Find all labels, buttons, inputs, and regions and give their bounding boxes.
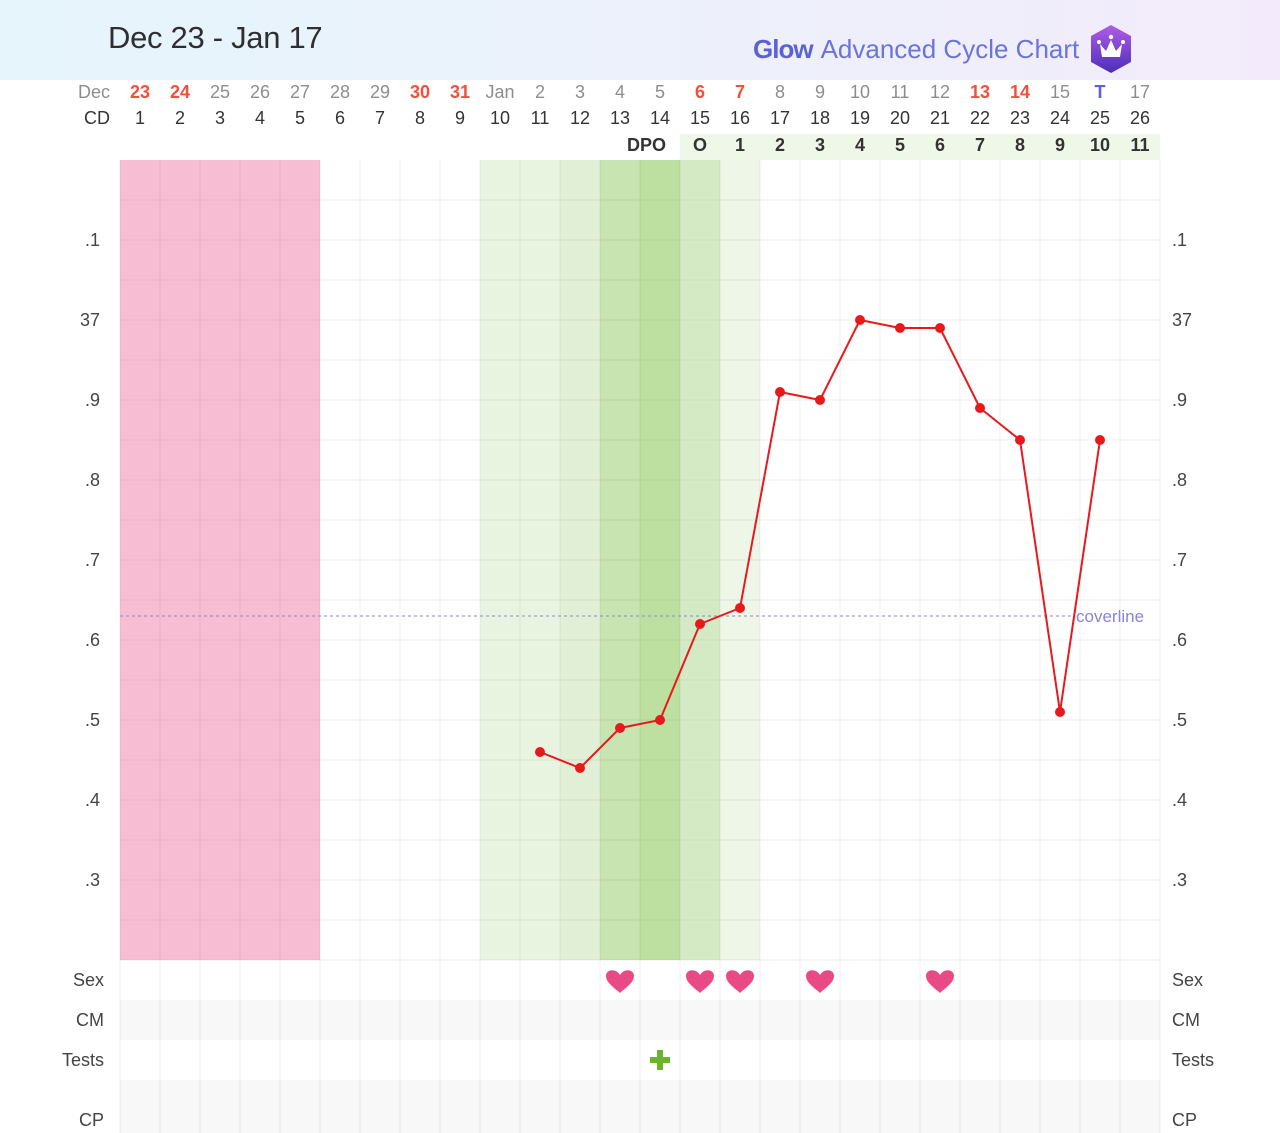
y-tick-label-left: .3 xyxy=(85,870,100,890)
temp-point xyxy=(815,395,825,405)
symptom-label-left: CP xyxy=(79,1110,104,1130)
symptom-label-right: Sex xyxy=(1172,970,1203,990)
y-tick-label-left: .9 xyxy=(85,390,100,410)
temp-point xyxy=(735,603,745,613)
y-tick-label-left: .7 xyxy=(85,550,100,570)
symptom-label-left: Sex xyxy=(73,970,104,990)
heart-icon xyxy=(726,970,754,993)
temp-point xyxy=(655,715,665,725)
y-tick-label-left: .8 xyxy=(85,470,100,490)
temp-point xyxy=(535,747,545,757)
temp-point xyxy=(575,763,585,773)
heart-icon xyxy=(686,970,714,993)
y-tick-label-right: .7 xyxy=(1172,550,1187,570)
temp-point xyxy=(975,403,985,413)
y-tick-label-left: .4 xyxy=(85,790,100,810)
y-tick-label-right: .6 xyxy=(1172,630,1187,650)
y-tick-label-right: .5 xyxy=(1172,710,1187,730)
symptom-label-left: CM xyxy=(76,1010,104,1030)
symptom-label-right: Tests xyxy=(1172,1050,1214,1070)
heart-icon xyxy=(806,970,834,993)
y-tick-label-right: .1 xyxy=(1172,230,1187,250)
symptom-label-left: Tests xyxy=(62,1050,104,1070)
temp-point xyxy=(855,315,865,325)
temp-point xyxy=(1055,707,1065,717)
plus-icon xyxy=(657,1050,663,1070)
heart-icon xyxy=(606,970,634,993)
temp-point xyxy=(1095,435,1105,445)
y-tick-label-right: .4 xyxy=(1172,790,1187,810)
temp-point xyxy=(615,723,625,733)
heart-icon xyxy=(926,970,954,993)
y-tick-label-left: .1 xyxy=(85,230,100,250)
bbt-chart: .1 .1 37 37 .9 .9 .8 .8 .7 .7 .6 .6 .5 .5 .4 .4 .3 .3 cove… xyxy=(62,160,1214,1133)
y-tick-label-left: .6 xyxy=(85,630,100,650)
y-tick-label-right: .8 xyxy=(1172,470,1187,490)
coverline-label: coverline xyxy=(1076,607,1144,626)
y-tick-label-right: .9 xyxy=(1172,390,1187,410)
y-tick-label-right: .3 xyxy=(1172,870,1187,890)
symptom-label-right: CM xyxy=(1172,1010,1200,1030)
temp-point xyxy=(935,323,945,333)
symptom-label-right: CP xyxy=(1172,1110,1197,1130)
temp-point xyxy=(695,619,705,629)
y-tick-label-left: 37 xyxy=(80,310,100,330)
temp-point xyxy=(775,387,785,397)
temp-point xyxy=(1015,435,1025,445)
y-tick-label-left: .5 xyxy=(85,710,100,730)
temp-point xyxy=(895,323,905,333)
y-tick-label-right: 37 xyxy=(1172,310,1192,330)
